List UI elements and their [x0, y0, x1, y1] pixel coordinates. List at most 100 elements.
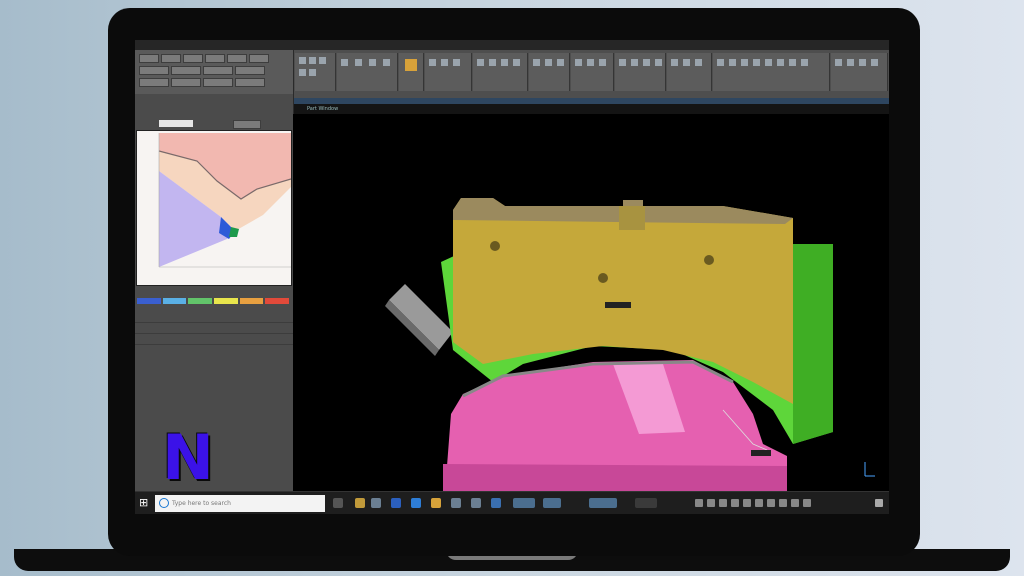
tray-icon[interactable]	[731, 499, 739, 507]
tool-icon[interactable]	[765, 59, 772, 66]
tool-icon[interactable]	[299, 57, 306, 64]
panel-button[interactable]	[235, 78, 265, 87]
ribbon-group-9[interactable]	[667, 53, 712, 91]
tool-icon[interactable]	[741, 59, 748, 66]
taskbar-app-icon[interactable]	[543, 498, 561, 508]
ribbon-group-6[interactable]	[529, 53, 570, 91]
tool-icon[interactable]	[847, 59, 854, 66]
tool-icon[interactable]	[655, 59, 662, 66]
tool-icon[interactable]	[801, 59, 808, 66]
tool-icon[interactable]	[871, 59, 878, 66]
ribbon-group-7[interactable]	[571, 53, 614, 91]
notification-icon[interactable]	[875, 499, 883, 507]
taskbar-app-icon[interactable]	[513, 498, 535, 508]
panel-button[interactable]	[233, 120, 261, 129]
tray-icon[interactable]	[767, 499, 775, 507]
taskbar-app-icon[interactable]	[471, 498, 481, 508]
panel-button[interactable]	[183, 54, 203, 63]
tool-icon[interactable]	[789, 59, 796, 66]
taskbar-app-icon[interactable]	[371, 498, 381, 508]
ribbon-group-10[interactable]	[713, 53, 830, 91]
tray-icon[interactable]	[803, 499, 811, 507]
tool-icon[interactable]	[575, 59, 582, 66]
tool-icon[interactable]	[753, 59, 760, 66]
tool-icon[interactable]	[319, 57, 326, 64]
viewport-tab-bar[interactable]: Part Window	[293, 104, 889, 114]
3d-viewport[interactable]	[293, 114, 889, 498]
ribbon-group-2[interactable]	[337, 53, 398, 91]
panel-button[interactable]	[249, 54, 269, 63]
taskbar-app-icon[interactable]	[391, 498, 401, 508]
tool-icon[interactable]	[671, 59, 678, 66]
taskbar-app-icon[interactable]	[411, 498, 421, 508]
windows-start-icon[interactable]: ⊞	[139, 497, 151, 509]
tool-icon[interactable]	[859, 59, 866, 66]
tool-icon[interactable]	[557, 59, 564, 66]
panel-button[interactable]	[161, 54, 181, 63]
panel-button[interactable]	[227, 54, 247, 63]
taskbar-app-icon[interactable]	[355, 498, 365, 508]
tool-icon[interactable]	[777, 59, 784, 66]
tool-icon[interactable]	[619, 59, 626, 66]
tray-icon[interactable]	[707, 499, 715, 507]
tool-icon[interactable]	[341, 59, 348, 66]
ribbon-group-5[interactable]	[473, 53, 528, 91]
tool-icon[interactable]	[533, 59, 540, 66]
ribbon-group-3[interactable]	[399, 53, 424, 91]
tool-icon[interactable]	[441, 59, 448, 66]
tray-icon[interactable]	[695, 499, 703, 507]
taskbar-app-icon[interactable]	[451, 498, 461, 508]
tool-icon[interactable]	[299, 69, 306, 76]
tool-icon[interactable]	[453, 59, 460, 66]
tool-icon[interactable]	[683, 59, 690, 66]
tool-icon[interactable]	[489, 59, 496, 66]
tool-icon[interactable]	[545, 59, 552, 66]
panel-button[interactable]	[171, 78, 201, 87]
tab-part-window[interactable]: Part Window	[307, 104, 338, 114]
task-view-icon[interactable]	[333, 498, 343, 508]
tool-icon[interactable]	[587, 59, 594, 66]
ribbon-group-8[interactable]	[615, 53, 666, 91]
panel-button[interactable]	[139, 54, 159, 63]
panel-button[interactable]	[171, 66, 201, 75]
panel-button[interactable]	[235, 66, 265, 75]
tray-icon[interactable]	[779, 499, 787, 507]
tool-icon[interactable]	[477, 59, 484, 66]
tool-icon[interactable]	[309, 57, 316, 64]
tray-icon[interactable]	[755, 499, 763, 507]
taskbar-app-icon[interactable]	[589, 498, 617, 508]
panel-button[interactable]	[205, 54, 225, 63]
taskbar-app-icon[interactable]	[491, 498, 501, 508]
taskbar-search-input[interactable]: Type here to search	[155, 495, 325, 512]
ribbon-group-4[interactable]	[425, 53, 472, 91]
ribbon-group-1[interactable]	[295, 53, 336, 91]
tool-icon[interactable]	[383, 59, 390, 66]
property-row[interactable]	[135, 323, 293, 334]
taskbar-app-icon[interactable]	[431, 498, 441, 508]
taskbar-app-icon[interactable]	[635, 498, 657, 508]
tool-icon[interactable]	[513, 59, 520, 66]
highlight-tool-icon[interactable]	[405, 59, 417, 71]
tool-icon[interactable]	[631, 59, 638, 66]
tray-icon[interactable]	[791, 499, 799, 507]
tool-icon[interactable]	[355, 59, 362, 66]
panel-button[interactable]	[203, 66, 233, 75]
tool-icon[interactable]	[717, 59, 724, 66]
panel-button[interactable]	[139, 78, 169, 87]
tool-icon[interactable]	[835, 59, 842, 66]
tray-icon[interactable]	[743, 499, 751, 507]
tool-icon[interactable]	[599, 59, 606, 66]
property-row[interactable]	[135, 312, 293, 323]
tool-icon[interactable]	[501, 59, 508, 66]
tool-icon[interactable]	[729, 59, 736, 66]
panel-button[interactable]	[203, 78, 233, 87]
die-model-svg[interactable]	[293, 114, 889, 498]
tool-icon[interactable]	[369, 59, 376, 66]
ribbon-group-11[interactable]	[831, 53, 888, 91]
tool-icon[interactable]	[643, 59, 650, 66]
panel-input-field[interactable]	[159, 120, 193, 127]
tray-icon[interactable]	[719, 499, 727, 507]
tool-icon[interactable]	[695, 59, 702, 66]
tool-icon[interactable]	[309, 69, 316, 76]
property-row[interactable]	[135, 334, 293, 345]
